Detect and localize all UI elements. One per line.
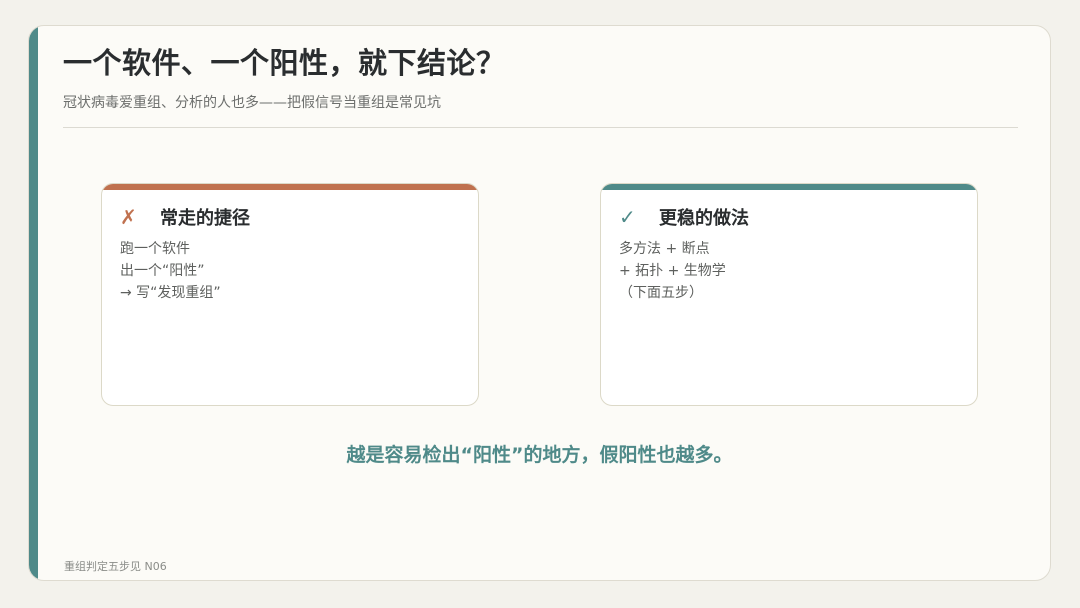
left-accent-bar <box>29 26 38 580</box>
robust-card: ✓ 更稳的做法 多方法 + 断点 + 拓扑 + 生物学 （下面五步） <box>600 183 978 406</box>
robust-line: （下面五步） <box>619 285 703 301</box>
slide: 一个软件、一个阳性，就下结论？ 冠状病毒爱重组、分析的人也多——把假信号当重组是… <box>28 25 1051 581</box>
shortcut-line: 跑一个软件 <box>120 241 190 257</box>
footer-note: 重组判定五步见 N06 <box>64 560 167 573</box>
slide-subtitle: 冠状病毒爱重组、分析的人也多——把假信号当重组是常见坑 <box>63 95 441 111</box>
shortcut-card-header: ✗ 常走的捷径 <box>120 204 250 230</box>
robust-line: 多方法 + 断点 <box>619 241 710 257</box>
shortcut-card: ✗ 常走的捷径 跑一个软件 出一个“阳性” → 写“发现重组” <box>101 183 479 406</box>
shortcut-line: 出一个“阳性” <box>120 263 205 279</box>
robust-line: + 拓扑 + 生物学 <box>619 263 726 279</box>
shortcut-card-topbar <box>102 184 478 190</box>
shortcut-card-body: 跑一个软件 出一个“阳性” → 写“发现重组” <box>120 238 221 304</box>
slide-title: 一个软件、一个阳性，就下结论？ <box>63 46 506 80</box>
robust-card-body: 多方法 + 断点 + 拓扑 + 生物学 （下面五步） <box>619 238 726 304</box>
robust-card-topbar <box>601 184 977 190</box>
shortcut-card-title: 常走的捷径 <box>160 208 250 229</box>
shortcut-line: → 写“发现重组” <box>120 285 221 301</box>
robust-card-header: ✓ 更稳的做法 <box>619 204 749 230</box>
check-icon: ✓ <box>619 205 636 229</box>
title-divider <box>63 127 1018 128</box>
robust-card-title: 更稳的做法 <box>659 208 749 229</box>
cross-icon: ✗ <box>120 205 137 229</box>
conclusion-text: 越是容易检出“阳性”的地方，假阳性也越多。 <box>346 444 733 466</box>
